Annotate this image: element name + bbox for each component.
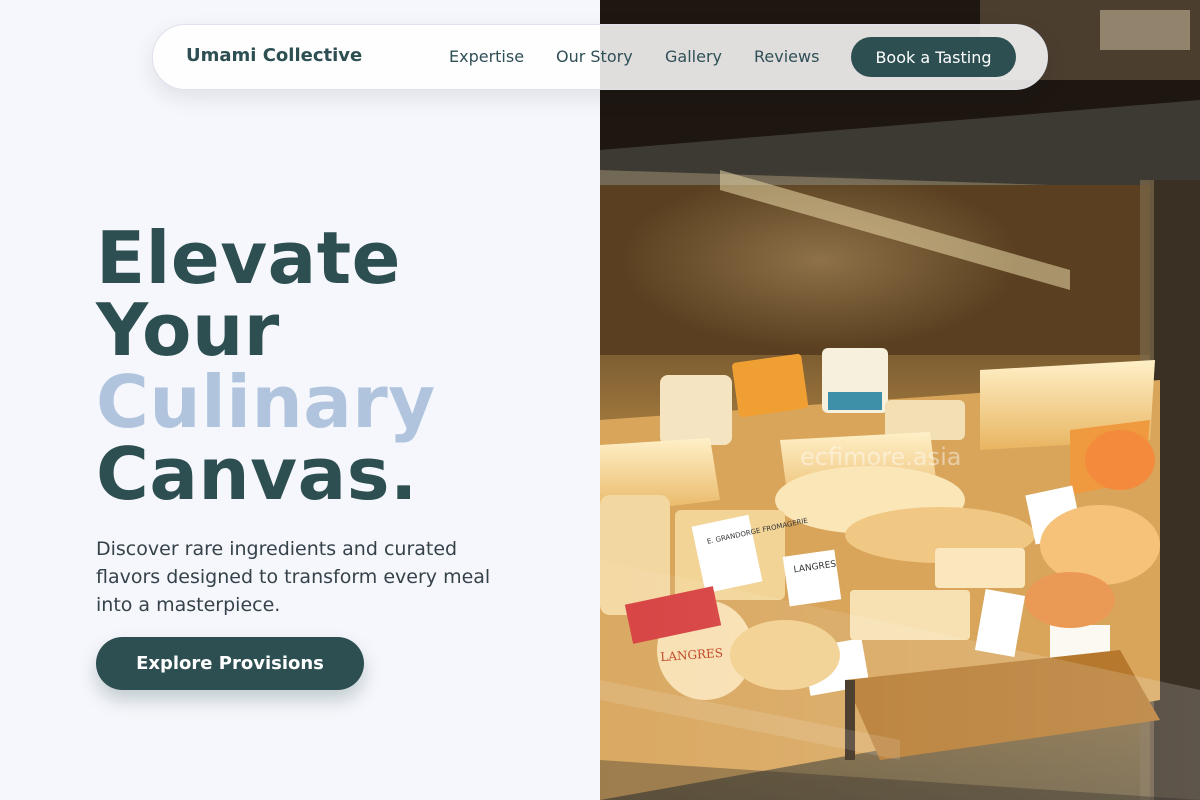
photo-watermark: ecfimore.asia [800, 443, 961, 471]
hero-photo: E. GRANDORGE FROMAGERIE LANGRES LANGRES … [600, 0, 1200, 800]
top-navbar: Umami Collective Expertise Our Story Gal… [152, 24, 1048, 90]
cheese-display-photo: E. GRANDORGE FROMAGERIE LANGRES LANGRES … [600, 0, 1200, 800]
nav-link-gallery[interactable]: Gallery [665, 47, 722, 66]
nav-link-reviews[interactable]: Reviews [754, 47, 819, 66]
nav-link-our-story[interactable]: Our Story [556, 47, 633, 66]
headline-line-2: Your [96, 288, 280, 372]
hero-section: Elevate Your Culinary Canvas. Discover r… [0, 0, 600, 800]
book-tasting-button[interactable]: Book a Tasting [851, 37, 1016, 77]
headline-line-1: Elevate [96, 216, 401, 300]
headline-line-3-accent: Culinary [96, 360, 436, 444]
headline-line-4: Canvas. [96, 432, 418, 516]
brand-logo[interactable]: Umami Collective [186, 45, 362, 66]
hero-subtitle: Discover rare ingredients and curated fl… [96, 538, 491, 616]
hero-headline: Elevate Your Culinary Canvas. [96, 222, 436, 510]
nav-link-expertise[interactable]: Expertise [449, 47, 524, 66]
landing-page: Elevate Your Culinary Canvas. Discover r… [0, 0, 1200, 800]
explore-provisions-button[interactable]: Explore Provisions [96, 637, 364, 690]
